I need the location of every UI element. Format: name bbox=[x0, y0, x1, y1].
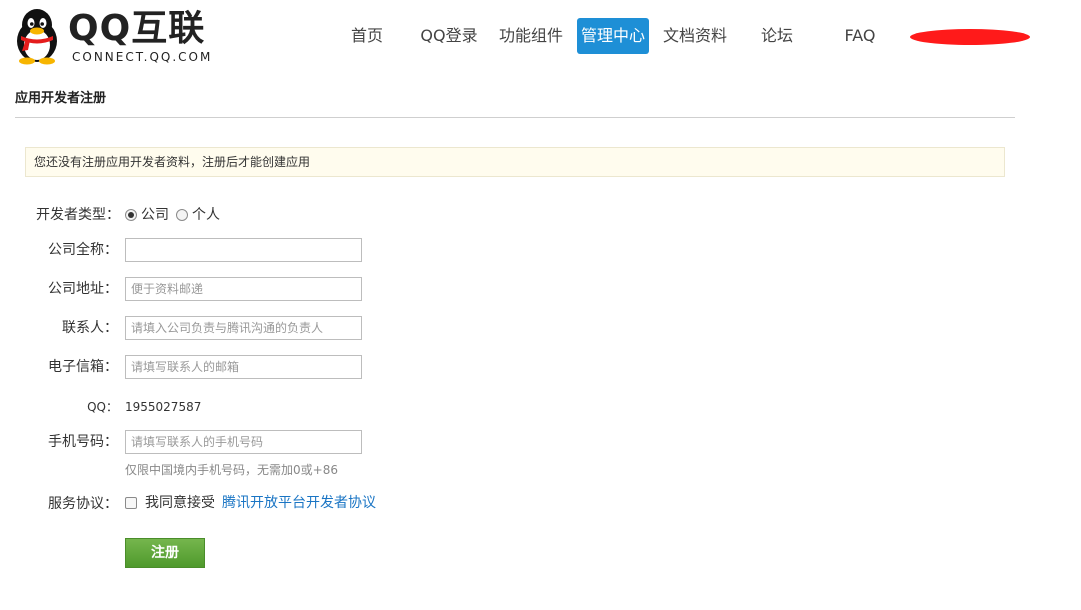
nav-item-components[interactable]: 功能组件 bbox=[497, 18, 565, 54]
nav-item-home[interactable]: 首页 bbox=[346, 18, 388, 54]
company-address-input[interactable] bbox=[125, 277, 362, 301]
email-label: 电子信箱： bbox=[48, 359, 118, 375]
notice-banner: 您还没有注册应用开发者资料，注册后才能创建应用 bbox=[25, 147, 1005, 177]
logo-subtitle: CONNECT.QQ.COM bbox=[72, 50, 213, 64]
nav-item-qq-login[interactable]: QQ登录 bbox=[418, 18, 480, 54]
company-name-label: 公司全称： bbox=[48, 242, 118, 258]
developer-type-label: 开发者类型： bbox=[36, 207, 120, 223]
contact-input[interactable] bbox=[125, 316, 362, 340]
agreement-text: 我同意接受 bbox=[145, 495, 215, 511]
logo-title: QQ互联 bbox=[68, 8, 206, 49]
page-title: 应用开发者注册 bbox=[15, 91, 107, 106]
contact-label: 联系人： bbox=[62, 320, 118, 336]
agreement-checkbox[interactable] bbox=[125, 497, 137, 509]
phone-input[interactable] bbox=[125, 430, 362, 454]
company-address-label: 公司地址： bbox=[48, 281, 118, 297]
radio-individual[interactable] bbox=[176, 209, 188, 221]
nav-item-management-center[interactable]: 管理中心 bbox=[577, 18, 649, 54]
qq-penguin-icon bbox=[17, 9, 57, 65]
radio-individual-label: 个人 bbox=[192, 207, 220, 223]
radio-company-label: 公司 bbox=[141, 207, 169, 223]
agreement-link[interactable]: 腾讯开放平台开发者协议 bbox=[222, 493, 376, 513]
phone-label: 手机号码： bbox=[48, 434, 118, 450]
register-button[interactable]: 注册 bbox=[125, 538, 205, 568]
nav-item-faq[interactable]: FAQ bbox=[838, 18, 882, 54]
agreement-label: 服务协议： bbox=[48, 496, 118, 512]
nav-item-forum[interactable]: 论坛 bbox=[756, 18, 798, 54]
email-input[interactable] bbox=[125, 355, 362, 379]
phone-hint: 仅限中国境内手机号码，无需加0或+86 bbox=[125, 463, 338, 477]
divider bbox=[15, 117, 1015, 118]
company-name-input[interactable] bbox=[125, 238, 362, 262]
user-redacted[interactable] bbox=[910, 29, 1030, 45]
radio-company[interactable] bbox=[125, 209, 137, 221]
logo[interactable]: QQ互联 CONNECT.QQ.COM bbox=[12, 7, 212, 65]
nav-item-docs[interactable]: 文档资料 bbox=[661, 18, 729, 54]
qq-label: QQ： bbox=[87, 400, 118, 414]
qq-value: 1955027587 bbox=[125, 400, 202, 414]
header: QQ互联 CONNECT.QQ.COM 首页 QQ登录 功能组件 管理中心 文档… bbox=[0, 0, 1081, 72]
